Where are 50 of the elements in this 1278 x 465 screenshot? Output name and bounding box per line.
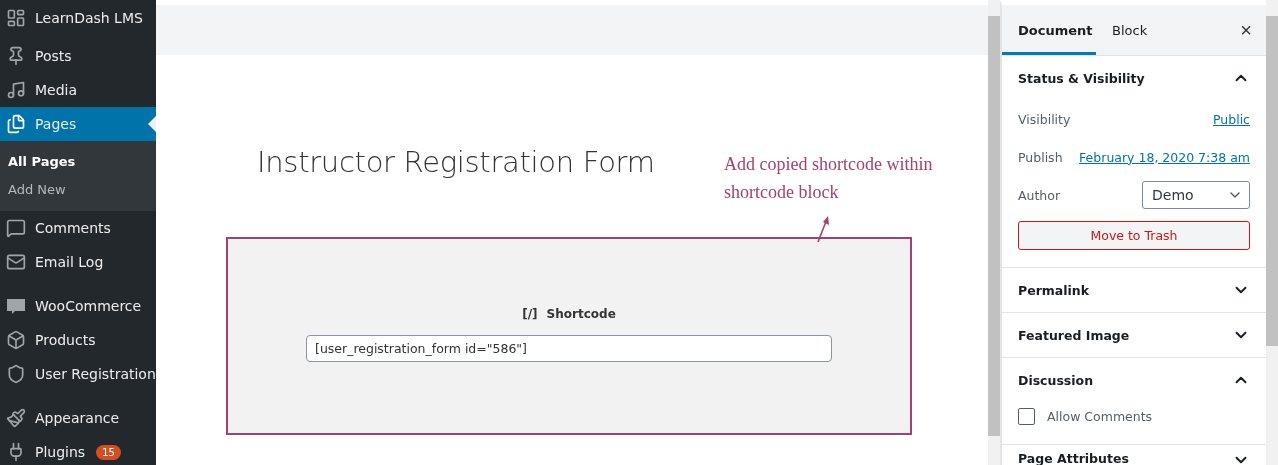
sidebar-tab[interactable]: Document <box>1002 5 1096 55</box>
annotation-text: Add copied shortcode within shortcode block <box>724 153 934 204</box>
section-title[interactable]: Discussion <box>1018 372 1094 388</box>
submenu-item[interactable]: All Pages <box>0 147 156 175</box>
menu-item[interactable]: LearnDash LMS <box>0 1 156 35</box>
menu-item[interactable]: Media <box>0 73 156 107</box>
section-title[interactable]: Permalink <box>1018 282 1090 298</box>
media-icon <box>6 80 26 100</box>
annotation-arrow <box>816 215 830 243</box>
bubble-icon <box>6 296 26 316</box>
shortcode-field[interactable]: [user_registration_form id="586"] <box>306 335 832 362</box>
value-link[interactable]: February 18, 2020 7:38 am <box>1079 149 1250 165</box>
section-title[interactable]: Page Attributes <box>1018 451 1129 465</box>
menu-item[interactable]: Plugins 15 <box>0 435 156 465</box>
pages-icon <box>6 114 26 134</box>
shortcode-block[interactable]: [/] Shortcode [user_registration_form id="586"] <box>226 237 912 435</box>
author-select[interactable]: Demo <box>1142 181 1250 209</box>
pin-icon <box>6 46 26 66</box>
sidebar-tab[interactable]: Block <box>1096 5 1164 55</box>
menu-item[interactable]: Posts <box>0 39 156 73</box>
page-title[interactable]: Instructor Registration Form <box>257 145 655 179</box>
submenu-item[interactable]: Add New <box>0 175 156 203</box>
field-label: Visibility <box>1018 111 1071 127</box>
shortcode-icon: [/] <box>522 307 538 321</box>
scrollbar[interactable] <box>1266 0 1278 465</box>
section-title[interactable]: Status & Visibility <box>1018 70 1145 86</box>
menu-item[interactable]: Appearance <box>0 401 156 435</box>
close-button[interactable]: × <box>1226 5 1266 55</box>
shield-icon <box>6 364 26 384</box>
menu-item[interactable]: Products <box>0 323 156 357</box>
checkbox[interactable] <box>1018 407 1035 425</box>
scrollbar[interactable] <box>988 0 1000 465</box>
section-title[interactable]: Featured Image <box>1018 327 1130 343</box>
field-label: Author <box>1018 187 1061 203</box>
box-icon <box>6 330 26 350</box>
checkbox-label[interactable]: Allow Comments <box>1047 408 1153 424</box>
paintbrush-icon <box>6 408 26 428</box>
menu-item[interactable]: Comments <box>0 211 156 245</box>
envelope-icon <box>6 252 26 272</box>
menu-item[interactable]: WooCommerce <box>0 289 156 323</box>
move-to-trash-button[interactable]: Move to Trash <box>1018 221 1250 250</box>
menu-item[interactable]: User Registration <box>0 357 156 391</box>
dashboard-icon <box>6 8 26 28</box>
speech-bubble-icon <box>6 218 26 238</box>
count-badge: 15 <box>96 444 121 460</box>
menu-item[interactable]: Pages <box>0 107 156 141</box>
field-label: Publish <box>1018 149 1063 165</box>
block-label: Shortcode <box>546 307 616 321</box>
value-link[interactable]: Public <box>1213 111 1250 127</box>
menu-item[interactable]: Email Log <box>0 245 156 279</box>
